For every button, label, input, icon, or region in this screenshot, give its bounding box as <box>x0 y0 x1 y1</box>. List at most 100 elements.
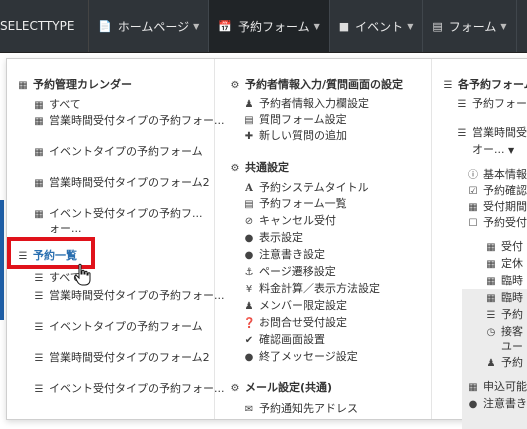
setting-member-only[interactable]: ♟ メンバー限定設定 <box>243 299 347 314</box>
comment-icon: ● <box>244 233 254 244</box>
list-item[interactable]: ☰ 営業時間受付タイプのフォーム2 <box>33 351 210 366</box>
info-icon: ⓘ <box>468 170 478 181</box>
list-icon: ☰ <box>443 80 453 91</box>
caret-down-icon: ▼ <box>508 146 515 155</box>
brand-logo[interactable]: SELECTTYPE <box>0 0 89 52</box>
hand-cursor-icon <box>74 263 91 286</box>
caret-down-icon: ▼ <box>407 21 414 31</box>
list-item[interactable]: ☰ イベント受付タイプの予約フォー... <box>33 382 225 397</box>
submenu-sub-item[interactable]: ♟ 予約 <box>485 356 523 371</box>
calendar-icon: 📅 <box>218 19 232 33</box>
submenu-sub-item[interactable]: ▦ 受付 <box>485 240 523 255</box>
section-heading-common[interactable]: ⚙ 共通設定 <box>229 161 289 176</box>
calendar-icon: ▦ <box>486 276 496 287</box>
section-heading-calendar[interactable]: ▦ 予約管理カレンダー <box>17 78 132 93</box>
nav-item-reservation-form[interactable]: 📅 予約フォーム ▼ <box>209 0 330 52</box>
cancel-icon: ⊘ <box>244 216 254 227</box>
submenu-notes[interactable]: ● 注意書き <box>467 397 527 412</box>
reservation-form-dropdown: ▦ 予約管理カレンダー ▦ すべて ▦ 営業時間受付タイプの予約フォー... ▦ イベン… <box>6 58 527 429</box>
calendar-item[interactable]: ▦ 営業時間受付タイプのフォーム2 <box>33 176 209 191</box>
submenu-sub-item[interactable]: ◷ 接客 <box>485 325 523 340</box>
calendar-icon: ▦ <box>486 242 496 253</box>
setting-notes[interactable]: ● 注意書き設定 <box>243 248 325 263</box>
square-icon: ☐ <box>468 218 478 229</box>
list-icon: ☰ <box>34 291 44 302</box>
clock-icon: ◷ <box>486 327 496 338</box>
comment-icon: ● <box>244 352 254 363</box>
submenu-reception[interactable]: ☐ 予約受付 <box>467 216 527 231</box>
calendar-icon: ▦ <box>468 202 478 213</box>
plus-icon: ✚ <box>244 131 254 142</box>
file-icon: 📄 <box>98 19 112 33</box>
submenu-sub-item[interactable]: ▦ 臨時 <box>485 274 523 289</box>
list-icon: ☰ <box>34 322 44 333</box>
calendar-icon: ▦ <box>34 100 44 111</box>
nav-label: ホームページ <box>117 19 190 34</box>
nav-item-event[interactable]: ■ イベント ▼ <box>330 0 424 52</box>
nav-label: イベント <box>355 19 404 34</box>
submenu-confirm[interactable]: ☑ 予約確認 <box>467 184 527 199</box>
yen-icon: ¥ <box>245 284 253 295</box>
users-icon: ♟ <box>486 358 496 369</box>
list-item[interactable]: ☰ 営業時間受付タイプの予約フォー... <box>33 289 225 304</box>
gear-icon: ⚙ <box>230 80 240 91</box>
font-icon: A <box>245 183 253 194</box>
list-icon: ☰ <box>457 99 467 110</box>
calendar-item[interactable]: ▦ 営業時間受付タイプの予約フォー... <box>33 114 224 129</box>
section-heading-applicant-info[interactable]: ⚙ 予約者情報入力/質問画面の設定 <box>229 78 404 93</box>
comment-icon: ■ <box>338 19 350 33</box>
setting-applicant-fields[interactable]: ♟ 予約者情報入力欄設定 <box>243 97 369 112</box>
comment-icon: ● <box>244 250 254 261</box>
list-item[interactable]: ☰ イベントタイプの予約フォーム <box>33 320 203 335</box>
section-heading-mail[interactable]: ⚙ メール設定(共通) <box>229 381 333 396</box>
gear-icon: ⚙ <box>230 383 240 394</box>
doc-icon: ▤ <box>244 115 254 126</box>
calendar-item[interactable]: ▦ イベントタイプの予約フォーム <box>33 145 202 160</box>
caret-down-icon: ▼ <box>500 21 507 31</box>
submenu-sub-item[interactable]: ▦ 定休 <box>485 257 523 272</box>
each-form-item[interactable]: ☰ 営業時間受 <box>456 126 527 141</box>
setting-form-list[interactable]: ▤ 予約フォーム一覧 <box>243 197 346 212</box>
calendar-icon: ▦ <box>486 293 496 304</box>
users-icon: ♟ <box>244 301 254 312</box>
calendar-icon: ▦ <box>34 178 44 189</box>
user-icon: ♟ <box>244 99 254 110</box>
column-settings: ⚙ 予約者情報入力/質問画面の設定 ♟ 予約者情報入力欄設定 ▤ 質問フォーム設定 ✚… <box>214 59 431 419</box>
list-icon: ☰ <box>34 384 44 395</box>
gear-icon: ⚙ <box>230 163 240 174</box>
list-icon: ☰ <box>34 353 44 364</box>
checkbox-icon: ☑ <box>468 186 478 197</box>
setting-pricing[interactable]: ¥ 料金計算／表示方法設定 <box>243 282 380 297</box>
submenu-period[interactable]: ▦ 受付期間 <box>467 200 527 215</box>
list-icon: ▤ <box>432 19 443 33</box>
submenu-sub-item[interactable]: ☰ 予約 <box>485 308 523 323</box>
list-icon: ☰ <box>34 273 44 284</box>
submenu-basic-info[interactable]: ⓘ 基本情報 <box>467 168 527 183</box>
nav-item-homepage[interactable]: 📄 ホームページ ▼ <box>89 0 210 52</box>
nav-item-form[interactable]: ▤ フォーム ▼ <box>423 0 517 52</box>
setting-cancel[interactable]: ⊘ キャンセル受付 <box>243 214 336 229</box>
each-form-item[interactable]: ☰ 予約フォー <box>456 97 527 112</box>
setting-system-title[interactable]: A 予約システムタイトル <box>243 181 369 196</box>
section-heading-each-form[interactable]: ☰各予約フォーム <box>442 78 527 93</box>
setting-confirm-screen[interactable]: ✔ 確認画面設置 <box>243 333 325 348</box>
setting-add-question[interactable]: ✚ 新しい質問の追加 <box>243 129 347 144</box>
list-icon: ☰ <box>486 310 496 321</box>
calendar-icon: ▦ <box>34 147 44 158</box>
list-icon: ☰ <box>457 128 467 139</box>
submenu-sub-item[interactable]: ▦ 臨時 <box>485 291 523 306</box>
question-icon: ❓ <box>243 318 256 329</box>
setting-page-transition[interactable]: ⚓ ページ遷移設定 <box>243 265 336 280</box>
calendar-icon: ▦ <box>468 382 478 393</box>
setting-question-form[interactable]: ▤ 質問フォーム設定 <box>243 113 346 128</box>
page-edge-strip <box>0 200 4 320</box>
setting-end-message[interactable]: ● 終了メッセージ設定 <box>243 350 358 365</box>
submenu-available[interactable]: ▦ 申込可能 <box>467 380 527 395</box>
check-circle-icon: ✔ <box>244 335 254 346</box>
each-form-sub: オー... ▼ <box>472 143 515 156</box>
setting-inquiry[interactable]: ❓ お問合せ受付設定 <box>243 316 347 331</box>
calendar-icon: ▦ <box>34 209 44 220</box>
setting-display[interactable]: ● 表示設定 <box>243 231 303 246</box>
calendar-item[interactable]: ▦ イベント受付タイプの予約フ... <box>33 207 202 222</box>
calendar-item-all[interactable]: ▦ すべて <box>33 98 81 113</box>
